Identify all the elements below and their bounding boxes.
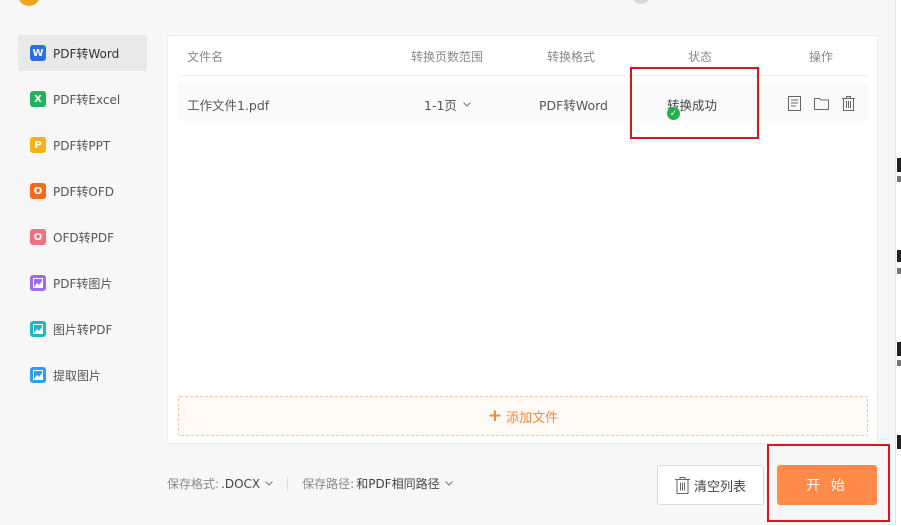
extract-image-icon: [30, 367, 46, 383]
check-circle-icon: ✓: [667, 107, 680, 120]
add-file-button[interactable]: + 添加文件: [178, 396, 868, 436]
clear-list-label: 清空列表: [693, 479, 746, 495]
add-file-label: 添加文件: [506, 410, 559, 426]
divider: [287, 476, 289, 491]
chevron-down-icon: [265, 479, 274, 489]
sidebar-item-label: 图片转PDF: [53, 322, 113, 337]
window-control[interactable]: [632, 0, 650, 4]
page-range-value: 1-1页: [424, 98, 457, 113]
save-format-label: 保存格式:: [167, 477, 220, 491]
chevron-down-icon: [444, 479, 453, 489]
column-header-actions: 操作: [809, 50, 834, 64]
sidebar-item-label: 提取图片: [53, 368, 102, 383]
background-window-edge: [895, 0, 901, 525]
start-label: 开 始: [806, 478, 848, 494]
pdf-to-image-icon: [30, 275, 46, 291]
save-path-label: 保存路径:: [302, 477, 355, 491]
app-window: W PDF转Word X PDF转Excel P PDF转PPT O PDF转O…: [0, 0, 895, 525]
sidebar-item-label: PDF转Excel: [53, 92, 121, 107]
column-header-format: 转换格式: [547, 50, 596, 64]
image-to-pdf-icon: [30, 321, 46, 337]
save-path-value: 和PDF相同路径: [356, 477, 440, 491]
ofd-icon: O: [30, 183, 46, 199]
trash-icon: [674, 476, 690, 494]
sidebar-item-label: PDF转OFD: [53, 184, 114, 199]
plus-icon: +: [487, 406, 503, 426]
start-button[interactable]: 开 始: [777, 465, 877, 505]
save-format-select[interactable]: 保存格式: .DOCX: [167, 475, 274, 492]
sidebar: W PDF转Word X PDF转Excel P PDF转PPT O PDF转O…: [18, 35, 147, 403]
row-format: PDF转Word: [539, 98, 608, 113]
table-header: 文件名 转换页数范围 转换格式 状态 操作: [178, 48, 868, 76]
sidebar-item-label: OFD转PDF: [53, 230, 114, 245]
word-icon: W: [30, 45, 46, 61]
row-filename: 工作文件1.pdf: [187, 98, 270, 113]
sidebar-item-label: PDF转图片: [53, 276, 113, 291]
sidebar-item-image-to-pdf[interactable]: 图片转PDF: [18, 311, 147, 347]
sidebar-item-pdf-to-image[interactable]: PDF转图片: [18, 265, 147, 301]
excel-icon: X: [30, 91, 46, 107]
column-header-page-range: 转换页数范围: [411, 50, 484, 64]
sidebar-item-ofd-to-pdf[interactable]: O OFD转PDF: [18, 219, 147, 255]
column-header-status: 状态: [688, 50, 713, 64]
ppt-icon: P: [30, 137, 46, 153]
status-badge: ✓ 转换成功: [667, 95, 717, 120]
sidebar-item-extract-image[interactable]: 提取图片: [18, 357, 147, 393]
sidebar-item-pdf-to-ppt[interactable]: P PDF转PPT: [18, 127, 147, 163]
app-logo: [18, 0, 40, 6]
bottom-options: 保存格式: .DOCX 保存路径: 和PDF相同路径: [167, 475, 453, 492]
sidebar-item-pdf-to-excel[interactable]: X PDF转Excel: [18, 81, 147, 117]
save-format-value: .DOCX: [221, 476, 261, 491]
file-list-panel: 文件名 转换页数范围 转换格式 状态 操作 工作文件1.pdf 1-1页 PDF…: [167, 35, 878, 444]
sidebar-item-pdf-to-word[interactable]: W PDF转Word: [18, 35, 147, 71]
trash-icon[interactable]: [840, 95, 856, 111]
document-icon[interactable]: [786, 95, 802, 111]
clear-list-button[interactable]: 清空列表: [657, 465, 764, 505]
sidebar-item-pdf-to-ofd[interactable]: O PDF转OFD: [18, 173, 147, 209]
save-path-select[interactable]: 保存路径: 和PDF相同路径: [302, 475, 453, 492]
sidebar-item-label: PDF转PPT: [53, 138, 111, 153]
sidebar-item-label: PDF转Word: [53, 46, 120, 61]
table-row: 工作文件1.pdf 1-1页 PDF转Word ✓ 转换成功: [178, 83, 868, 121]
chevron-down-icon: [463, 102, 471, 107]
folder-icon[interactable]: [813, 95, 829, 111]
column-header-filename: 文件名: [187, 50, 224, 64]
ofd-to-pdf-icon: O: [30, 229, 46, 245]
page-range-select[interactable]: 1-1页: [424, 95, 471, 114]
